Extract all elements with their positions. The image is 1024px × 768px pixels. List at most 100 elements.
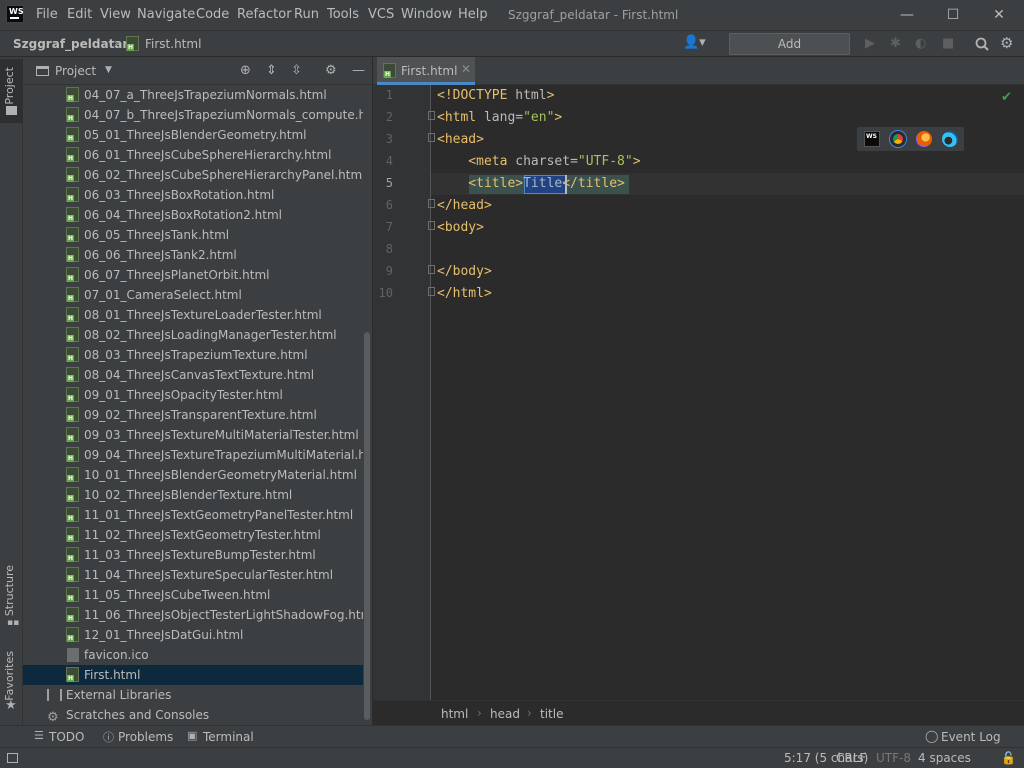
webstorm-browser-icon[interactable]: WS <box>864 131 880 147</box>
tree-item-file[interactable]: 08_02_ThreeJsLoadingManagerTester.html <box>23 325 363 345</box>
tree-item-file[interactable]: 05_01_ThreeJsBlenderGeometry.html <box>23 125 363 145</box>
tree-item-file[interactable]: 06_01_ThreeJsCubeSphereHierarchy.html <box>23 145 363 165</box>
tree-item-file[interactable]: 11_01_ThreeJsTextGeometryPanelTester.htm… <box>23 505 363 525</box>
menu-view[interactable]: View <box>100 7 131 22</box>
tree-item-external-libraries[interactable]: External Libraries <box>23 685 363 705</box>
firefox-icon[interactable] <box>916 131 932 147</box>
tree-item-file[interactable]: 11_02_ThreeJsTextGeometryTester.html <box>23 525 363 545</box>
fold-marker-icon[interactable] <box>428 265 435 274</box>
fold-marker-icon[interactable] <box>428 199 435 208</box>
no-problems-check-icon[interactable]: ✔ <box>1001 90 1012 105</box>
add-configuration-button[interactable]: Add Configuration... <box>729 33 850 71</box>
tree-item-scratches[interactable]: ⚙ Scratches and Consoles <box>23 705 363 725</box>
project-tool-label[interactable]: Project <box>3 67 16 105</box>
webstorm-logo-icon[interactable]: WS <box>6 5 24 23</box>
file-encoding[interactable]: UTF-8 <box>876 751 911 765</box>
expand-all-icon[interactable]: ⇕ <box>266 63 277 78</box>
tree-item-file[interactable]: 08_01_ThreeJsTextureLoaderTester.html <box>23 305 363 325</box>
chrome-icon[interactable] <box>890 131 906 147</box>
editor-tab-first-html[interactable]: First.html ✕ <box>377 57 475 85</box>
tree-item-file[interactable]: 06_04_ThreeJsBoxRotation2.html <box>23 205 363 225</box>
menu-file[interactable]: File <box>36 7 58 22</box>
code-line-2[interactable]: <html lang="en"> <box>437 110 562 125</box>
indent-setting[interactable]: 4 spaces <box>918 751 971 765</box>
favorites-tool-label[interactable]: Favorites <box>3 651 16 701</box>
menu-window[interactable]: Window <box>401 7 452 22</box>
tree-item-file[interactable]: 10_01_ThreeJsBlenderGeometryMaterial.htm… <box>23 465 363 485</box>
code-line-1[interactable]: <!DOCTYPE html> <box>437 88 554 103</box>
stop-icon[interactable]: ■ <box>942 36 954 51</box>
terminal-tool-button[interactable]: Terminal <box>203 730 254 744</box>
fold-marker-icon[interactable] <box>428 133 435 142</box>
tree-item-file[interactable]: 11_05_ThreeJsCubeTween.html <box>23 585 363 605</box>
tree-item-file[interactable]: 04_07_a_ThreeJsTrapeziumNormals.html <box>23 85 363 105</box>
code-line-7[interactable]: <body> <box>437 220 484 235</box>
toggle-tool-windows-icon[interactable] <box>7 753 18 763</box>
fold-marker-icon[interactable] <box>428 287 435 296</box>
lock-icon[interactable]: 🔓 <box>1001 751 1016 765</box>
tree-item-file[interactable]: 08_04_ThreeJsCanvasTextTexture.html <box>23 365 363 385</box>
menu-tools[interactable]: Tools <box>327 7 359 22</box>
problems-tool-button[interactable]: Problems <box>118 730 173 744</box>
tree-item-file[interactable]: 06_06_ThreeJsTank2.html <box>23 245 363 265</box>
tree-item-file[interactable]: 11_03_ThreeJsTextureBumpTester.html <box>23 545 363 565</box>
tree-item-file[interactable]: 06_07_ThreeJsPlanetOrbit.html <box>23 265 363 285</box>
tree-item-file[interactable]: 06_03_ThreeJsBoxRotation.html <box>23 185 363 205</box>
menu-vcs[interactable]: VCS <box>368 7 394 22</box>
fold-marker-icon[interactable] <box>428 111 435 120</box>
menu-run[interactable]: Run <box>294 7 319 22</box>
run-icon[interactable]: ▶ <box>865 36 875 51</box>
line-separator[interactable]: CRLF <box>836 751 866 765</box>
tree-item-file[interactable]: 11_06_ThreeJsObjectTesterLightShadowFog.… <box>23 605 363 625</box>
project-tree-scrollbar[interactable] <box>364 332 370 720</box>
code-line-3[interactable]: <head> <box>437 132 484 147</box>
breadcrumb-head[interactable]: head <box>490 707 520 721</box>
tree-item-favicon[interactable]: favicon.ico <box>23 645 363 665</box>
event-log-button[interactable]: Event Log <box>941 730 1001 744</box>
code-line-10[interactable]: </html> <box>437 286 492 301</box>
gear-icon[interactable]: ⚙ <box>1000 34 1013 52</box>
collapse-all-icon[interactable]: ⇳ <box>291 63 302 78</box>
tree-item-first-html[interactable]: First.html <box>23 665 363 685</box>
menu-navigate[interactable]: Navigate <box>137 7 195 22</box>
menu-help[interactable]: Help <box>458 7 488 22</box>
tree-item-file[interactable]: 04_07_b_ThreeJsTrapeziumNormals_compute.… <box>23 105 363 125</box>
search-icon[interactable] <box>975 37 989 51</box>
structure-tool-label[interactable]: Structure <box>3 565 16 616</box>
chevron-down-icon[interactable]: ▼ <box>105 65 112 75</box>
breadcrumb-html[interactable]: html <box>441 707 468 721</box>
breadcrumb-file[interactable]: First.html <box>145 37 201 51</box>
code-line-5[interactable]: <title>Title</title> <box>437 176 625 191</box>
tree-item-file[interactable]: 09_03_ThreeJsTextureMultiMaterialTester.… <box>23 425 363 445</box>
tree-item-file[interactable]: 12_01_ThreeJsDatGui.html <box>23 625 363 645</box>
user-icon[interactable]: 👤▾ <box>683 35 706 50</box>
code-line-6[interactable]: </head> <box>437 198 492 213</box>
tree-item-file[interactable]: 09_01_ThreeJsOpacityTester.html <box>23 385 363 405</box>
debug-icon[interactable]: ✱ <box>890 36 901 51</box>
tree-item-file[interactable]: 07_01_CameraSelect.html <box>23 285 363 305</box>
hide-panel-icon[interactable]: — <box>352 63 365 78</box>
tree-item-file[interactable]: 06_02_ThreeJsCubeSphereHierarchyPanel.ht… <box>23 165 363 185</box>
breadcrumb-project[interactable]: Szggraf_peldatar <box>13 37 128 51</box>
menu-code[interactable]: Code <box>196 7 229 22</box>
tree-item-file[interactable]: 09_04_ThreeJsTextureTrapeziumMultiMateri… <box>23 445 363 465</box>
locate-file-icon[interactable]: ⊕ <box>240 63 251 78</box>
edge-icon[interactable] <box>942 131 958 147</box>
tree-item-file[interactable]: 08_03_ThreeJsTrapeziumTexture.html <box>23 345 363 365</box>
maximize-button[interactable]: ☐ <box>930 0 976 30</box>
tree-item-file[interactable]: 11_04_ThreeJsTextureSpecularTester.html <box>23 565 363 585</box>
todo-tool-button[interactable]: TODO <box>49 730 84 744</box>
close-tab-icon[interactable]: ✕ <box>461 62 471 76</box>
minimize-button[interactable]: — <box>884 0 930 30</box>
tree-item-file[interactable]: 06_05_ThreeJsTank.html <box>23 225 363 245</box>
menu-refactor[interactable]: Refactor <box>237 7 292 22</box>
code-line-4[interactable]: <meta charset="UTF-8"> <box>437 154 640 169</box>
close-button[interactable]: ✕ <box>976 0 1022 30</box>
code-line-9[interactable]: </body> <box>437 264 492 279</box>
project-panel-title[interactable]: Project <box>55 64 96 78</box>
menu-edit[interactable]: Edit <box>67 7 92 22</box>
fold-marker-icon[interactable] <box>428 221 435 230</box>
tree-item-file[interactable]: 10_02_ThreeJsBlenderTexture.html <box>23 485 363 505</box>
tree-item-file[interactable]: 09_02_ThreeJsTransparentTexture.html <box>23 405 363 425</box>
coverage-icon[interactable]: ◐ <box>915 36 926 51</box>
